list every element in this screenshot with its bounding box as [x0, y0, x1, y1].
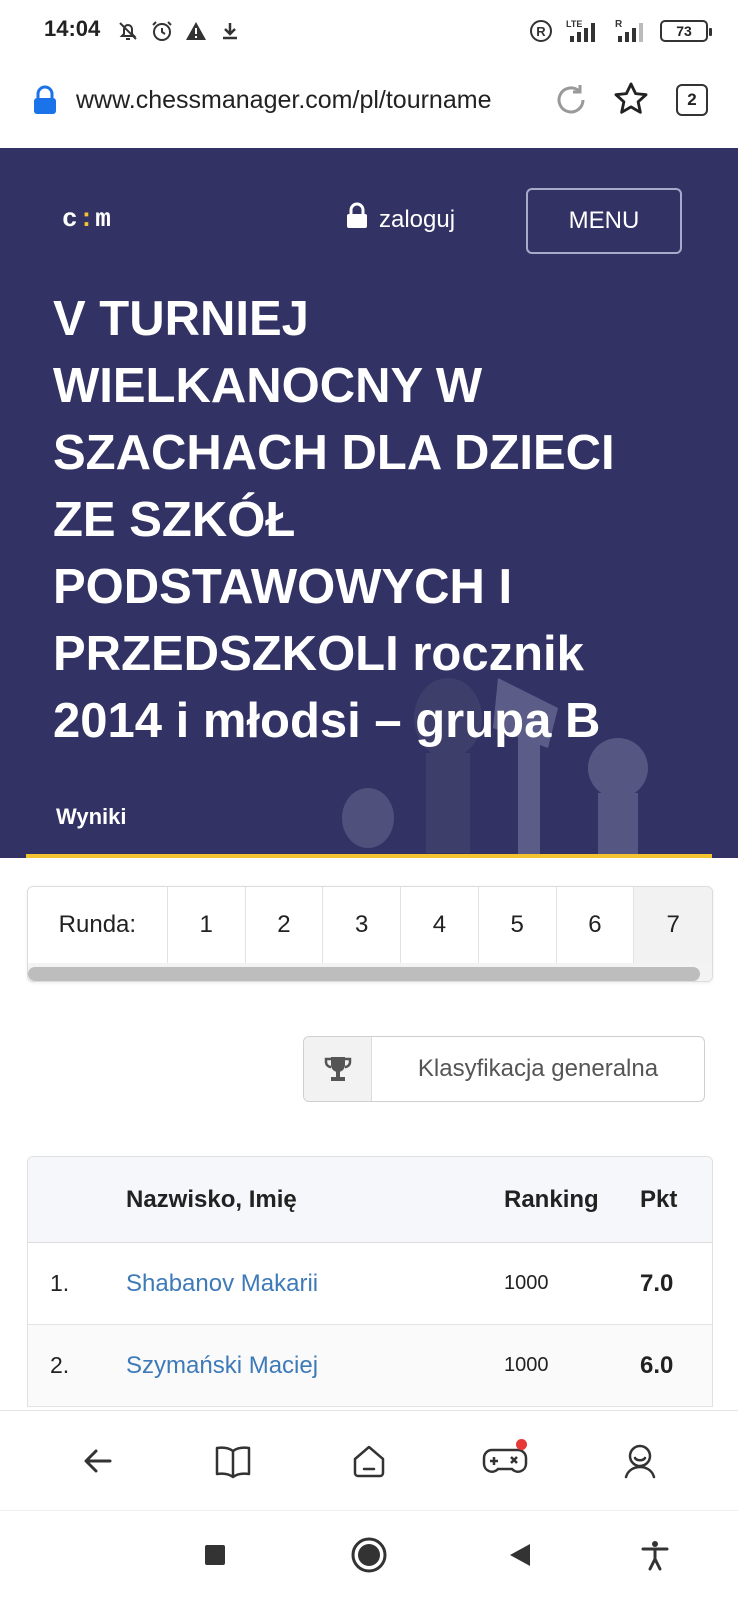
title-line: WIELKANOCNY W — [53, 359, 483, 413]
status-bar: 14:04 R LTE R 73 — [0, 0, 738, 62]
player-name-link[interactable]: Szymański Maciej — [126, 1352, 504, 1380]
registered-icon: R — [528, 18, 554, 44]
recents-square-icon[interactable] — [193, 1533, 237, 1577]
home-icon[interactable] — [339, 1431, 399, 1491]
svg-text:R: R — [536, 24, 546, 39]
signal-r-icon: R — [614, 18, 650, 44]
title-line: SZACHACH DLA DZIECI — [53, 426, 615, 480]
table-row: 1. Shabanov Makarii 1000 7.0 — [28, 1243, 712, 1325]
accessibility-icon[interactable] — [633, 1533, 677, 1577]
table-row: 2. Szymański Maciej 1000 6.0 — [28, 1325, 712, 1407]
battery-indicator: 73 — [660, 20, 712, 42]
profile-icon[interactable] — [610, 1431, 670, 1491]
status-icons-left — [115, 18, 243, 44]
lock-icon — [345, 202, 369, 237]
title-line: rocznik — [398, 627, 584, 681]
table-header: Nazwisko, Imię Ranking Pkt — [28, 1157, 712, 1243]
title-line: ZE SZKÓŁ — [53, 493, 296, 547]
svg-text:LTE: LTE — [566, 19, 582, 29]
alarm-icon — [149, 18, 175, 44]
title-line: PODSTAWOWYCH I — [53, 560, 513, 614]
header-name[interactable]: Nazwisko, Imię — [126, 1186, 504, 1214]
round-selector: Runda: 1 2 3 4 5 6 7 — [27, 886, 713, 982]
round-scrollbar-thumb[interactable] — [28, 967, 700, 981]
row-position: 2. — [50, 1352, 70, 1378]
bell-off-icon — [115, 18, 141, 44]
home-circle-icon[interactable] — [347, 1533, 391, 1577]
row-points: 6.0 — [640, 1351, 674, 1379]
notification-dot — [515, 1438, 527, 1450]
round-button-7[interactable]: 7 — [634, 887, 712, 963]
classification-label: Klasyfikacja generalna — [417, 1055, 659, 1082]
status-icons-right: R LTE R 73 — [528, 18, 712, 44]
player-name-link[interactable]: Shabanov Makarii — [126, 1270, 504, 1298]
round-button-2[interactable]: 2 — [246, 887, 324, 963]
results-table: Nazwisko, Imię Ranking Pkt 1. Shabanov M… — [27, 1156, 713, 1407]
title-line: 2014 i młodsi – grupa B — [53, 694, 601, 748]
row-points: 7.0 — [640, 1269, 674, 1297]
book-icon[interactable] — [203, 1431, 263, 1491]
row-ranking: 1000 — [504, 1354, 549, 1376]
round-button-5[interactable]: 5 — [479, 887, 557, 963]
tab-switcher-button[interactable]: 2 — [676, 84, 708, 116]
active-tab-underline — [26, 854, 712, 858]
round-selector-row: Runda: 1 2 3 4 5 6 7 — [28, 887, 712, 963]
row-position: 1. — [50, 1270, 70, 1296]
round-label: Runda: — [28, 887, 168, 963]
status-time: 14:04 — [44, 16, 101, 41]
header-ranking[interactable]: Ranking — [504, 1186, 640, 1214]
round-button-6[interactable]: 6 — [557, 887, 635, 963]
browser-url-bar: www.chessmanager.com/pl/tourname 2 — [0, 62, 738, 148]
login-link[interactable]: zaloguj — [345, 202, 455, 237]
download-icon — [217, 18, 243, 44]
title-line: V TURNIEJ — [53, 292, 309, 346]
url-field[interactable]: www.chessmanager.com/pl/tourname — [76, 86, 531, 115]
row-ranking: 1000 — [504, 1272, 549, 1294]
back-arrow-icon[interactable] — [68, 1431, 128, 1491]
round-button-4[interactable]: 4 — [401, 887, 479, 963]
round-scrollbar[interactable] — [28, 963, 712, 981]
games-icon[interactable] — [475, 1431, 535, 1491]
title-line: PRZEDSZKOLI — [53, 627, 399, 681]
classification-select[interactable]: Klasyfikacja generalna — [303, 1036, 705, 1102]
trophy-icon — [304, 1037, 372, 1101]
header-points[interactable]: Pkt — [640, 1186, 712, 1214]
svg-text:R: R — [615, 19, 623, 30]
menu-button[interactable]: MENU — [526, 188, 682, 254]
tab-results[interactable]: Wyniki — [56, 804, 127, 830]
round-button-1[interactable]: 1 — [168, 887, 246, 963]
reload-icon[interactable] — [553, 82, 589, 123]
signal-lte-icon: LTE — [564, 18, 604, 44]
back-triangle-icon[interactable] — [498, 1533, 542, 1577]
secure-lock-icon[interactable] — [30, 84, 60, 121]
login-label: zaloguj — [379, 205, 456, 233]
browser-bottom-nav — [0, 1410, 738, 1510]
tournament-title: V TURNIEJ WIELKANOCNY W SZACHACH DLA DZI… — [53, 286, 693, 755]
bookmark-star-icon[interactable] — [612, 80, 650, 123]
tournament-hero: c:m zaloguj MENU V TURNIEJ WIELKANOCNY W… — [0, 148, 738, 858]
chessmanager-logo[interactable]: c:m — [62, 204, 112, 234]
round-button-3[interactable]: 3 — [323, 887, 401, 963]
system-nav-bar — [0, 1510, 738, 1599]
warning-icon — [183, 18, 209, 44]
